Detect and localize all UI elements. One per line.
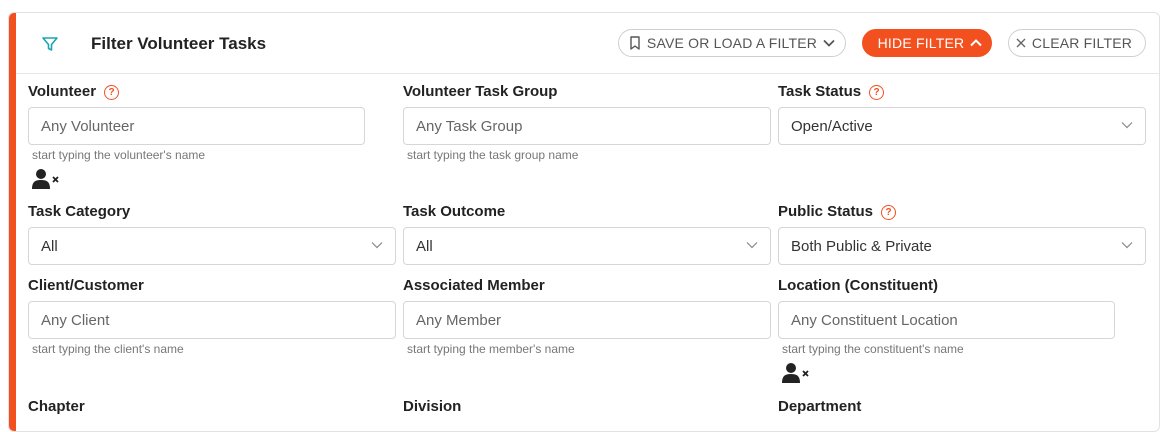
close-icon [1016, 38, 1026, 48]
task-status-select[interactable]: Open/Active [778, 107, 1146, 145]
client-label: Client/Customer [28, 277, 144, 294]
task-group-label: Volunteer Task Group [403, 83, 558, 100]
task-category-value: All [41, 237, 58, 255]
page-title: Filter Volunteer Tasks [91, 34, 267, 53]
member-input[interactable] [403, 301, 771, 339]
help-icon[interactable]: ? [104, 85, 120, 100]
clear-volunteer-icon[interactable] [31, 168, 61, 190]
bookmark-icon [630, 36, 640, 50]
public-status-label: Public Status? [778, 203, 897, 220]
save-load-filter-label: SAVE OR LOAD A FILTER [646, 35, 818, 51]
chevron-down-icon [746, 242, 758, 249]
member-hint: start typing the member's name [407, 342, 575, 356]
task-outcome-label: Task Outcome [403, 203, 506, 220]
volunteer-label-text: Volunteer [28, 83, 97, 100]
task-status-label-text: Task Status [778, 83, 862, 100]
task-outcome-select[interactable]: All [403, 227, 771, 265]
chapter-label: Chapter [28, 398, 85, 415]
filter-icon [42, 37, 58, 51]
chevron-down-icon [823, 39, 835, 47]
help-icon[interactable]: ? [881, 205, 897, 220]
task-category-label: Task Category [28, 203, 131, 220]
filter-header: Filter Volunteer Tasks SAVE OR LOAD A FI… [16, 13, 1159, 74]
task-status-label: Task Status? [778, 83, 885, 100]
chevron-down-icon [371, 242, 383, 249]
task-outcome-value: All [416, 237, 433, 255]
clear-location-icon[interactable] [781, 362, 811, 384]
location-label: Location (Constituent) [778, 277, 938, 294]
public-status-select[interactable]: Both Public & Private [778, 227, 1146, 265]
chevron-down-icon [1121, 242, 1133, 249]
member-label: Associated Member [403, 277, 545, 294]
filter-panel: Filter Volunteer Tasks SAVE OR LOAD A FI… [8, 12, 1160, 432]
accent-bar [9, 13, 16, 431]
task-status-value: Open/Active [791, 117, 873, 135]
save-load-filter-button[interactable]: SAVE OR LOAD A FILTER [618, 29, 846, 57]
public-status-value: Both Public & Private [791, 237, 932, 255]
help-icon[interactable]: ? [869, 85, 885, 100]
task-group-hint: start typing the task group name [407, 148, 579, 162]
division-label: Division [403, 398, 462, 415]
location-input[interactable] [778, 301, 1115, 339]
department-label: Department [778, 398, 862, 415]
volunteer-label: Volunteer? [28, 83, 120, 100]
chevron-up-icon [970, 39, 983, 47]
volunteer-hint: start typing the volunteer's name [32, 148, 206, 162]
chevron-down-icon [1121, 122, 1133, 129]
task-group-input[interactable] [403, 107, 771, 145]
location-hint: start typing the constituent's name [782, 342, 964, 356]
task-category-select[interactable]: All [28, 227, 396, 265]
client-hint: start typing the client's name [32, 342, 184, 356]
client-input[interactable] [28, 301, 396, 339]
volunteer-input[interactable] [28, 107, 365, 145]
hide-filter-label: HIDE FILTER [877, 35, 965, 51]
clear-filter-button[interactable]: CLEAR FILTER [1008, 29, 1146, 57]
hide-filter-button[interactable]: HIDE FILTER [862, 29, 992, 57]
clear-filter-label: CLEAR FILTER [1031, 35, 1133, 51]
public-status-label-text: Public Status [778, 203, 874, 220]
